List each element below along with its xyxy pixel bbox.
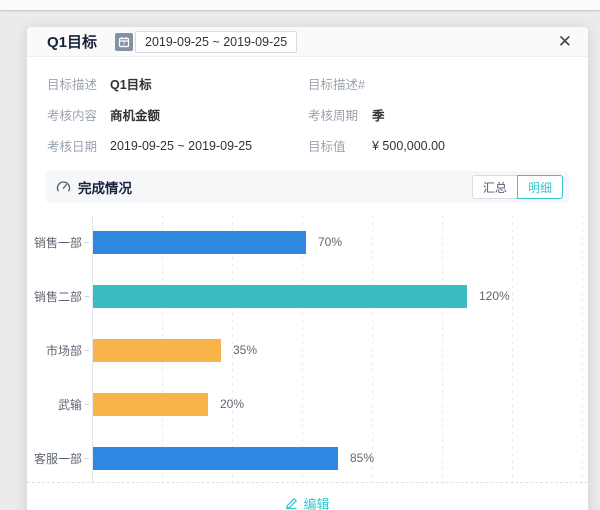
dialog-title: Q1目标 xyxy=(47,31,97,52)
calendar-icon: 7 xyxy=(115,33,133,51)
category-label: 武输 xyxy=(27,396,85,413)
toggle-summary[interactable]: 汇总 xyxy=(472,175,518,199)
toggle-detail[interactable]: 明细 xyxy=(517,175,563,199)
bar-value-label: 20% xyxy=(220,397,244,411)
goal-detail-dialog: Q1目标 7 2019-09-25 ~ 2019-09-25 ✕ 目标描述Q1目… xyxy=(27,27,588,510)
field-label: 目标描述 xyxy=(47,74,110,93)
gauge-icon xyxy=(56,180,71,195)
field-label: 目标描述# xyxy=(308,74,372,93)
pencil-icon xyxy=(285,497,298,510)
field-label: 目标值 xyxy=(308,136,372,155)
category-label: 销售二部 xyxy=(27,288,85,305)
dialog-footer: 编辑 xyxy=(27,482,588,510)
category-label: 市场部 xyxy=(27,342,85,359)
field-value: 商机金额 xyxy=(110,105,308,124)
field-label: 考核内容 xyxy=(47,105,110,124)
y-axis-tick xyxy=(85,296,89,297)
field-value: ¥ 500,000.00 xyxy=(372,139,568,153)
date-range-input[interactable]: 2019-09-25 ~ 2019-09-25 xyxy=(135,31,297,53)
y-axis-tick xyxy=(85,404,89,405)
goal-fields: 目标描述Q1目标目标描述# 考核内容商机金额考核周期季考核日期2019-09-25… xyxy=(27,57,588,161)
bar[interactable] xyxy=(93,339,221,362)
edit-button[interactable]: 编辑 xyxy=(285,494,329,510)
category-label: 销售一部 xyxy=(27,234,85,251)
chart-rows: 销售一部 70% 销售二部 120% 市场部 35% 武输 20% 客服一部 85% xyxy=(27,215,588,485)
field-label: 考核日期 xyxy=(47,136,110,155)
field-value: 2019-09-25 ~ 2019-09-25 xyxy=(110,139,308,153)
y-axis-tick xyxy=(85,350,89,351)
chart-row: 市场部 35% xyxy=(27,323,588,377)
close-icon[interactable]: ✕ xyxy=(558,33,572,50)
page-top-band xyxy=(0,0,600,10)
y-axis-tick xyxy=(85,242,89,243)
completion-section-title: 完成情况 xyxy=(78,177,132,197)
bar-value-label: 85% xyxy=(350,451,374,465)
bar-value-label: 120% xyxy=(479,289,510,303)
bar[interactable] xyxy=(93,393,208,416)
date-range-picker[interactable]: 7 2019-09-25 ~ 2019-09-25 xyxy=(115,30,297,54)
chart-row: 销售一部 70% xyxy=(27,215,588,269)
chart-row: 武输 20% xyxy=(27,377,588,431)
field-value: Q1目标 xyxy=(110,74,308,93)
chart-row: 客服一部 85% xyxy=(27,431,588,485)
field-value: 季 xyxy=(372,105,568,124)
completion-bar-chart: 销售一部 70% 销售二部 120% 市场部 35% 武输 20% 客服一部 85% xyxy=(27,215,588,498)
y-axis-tick xyxy=(85,458,89,459)
bar[interactable] xyxy=(93,231,306,254)
bar[interactable] xyxy=(93,447,338,470)
svg-text:7: 7 xyxy=(122,41,125,47)
dialog-header: Q1目标 7 2019-09-25 ~ 2019-09-25 ✕ xyxy=(27,27,588,57)
chart-row: 销售二部 120% xyxy=(27,269,588,323)
field-label: 考核周期 xyxy=(308,105,372,124)
summary-detail-toggle: 汇总明细 xyxy=(472,175,563,199)
bar[interactable] xyxy=(93,285,467,308)
category-label: 客服一部 xyxy=(27,450,85,467)
bar-value-label: 70% xyxy=(318,235,342,249)
completion-section-bar: 完成情况 汇总明细 xyxy=(46,171,569,203)
bar-value-label: 35% xyxy=(233,343,257,357)
edit-label: 编辑 xyxy=(303,494,329,510)
